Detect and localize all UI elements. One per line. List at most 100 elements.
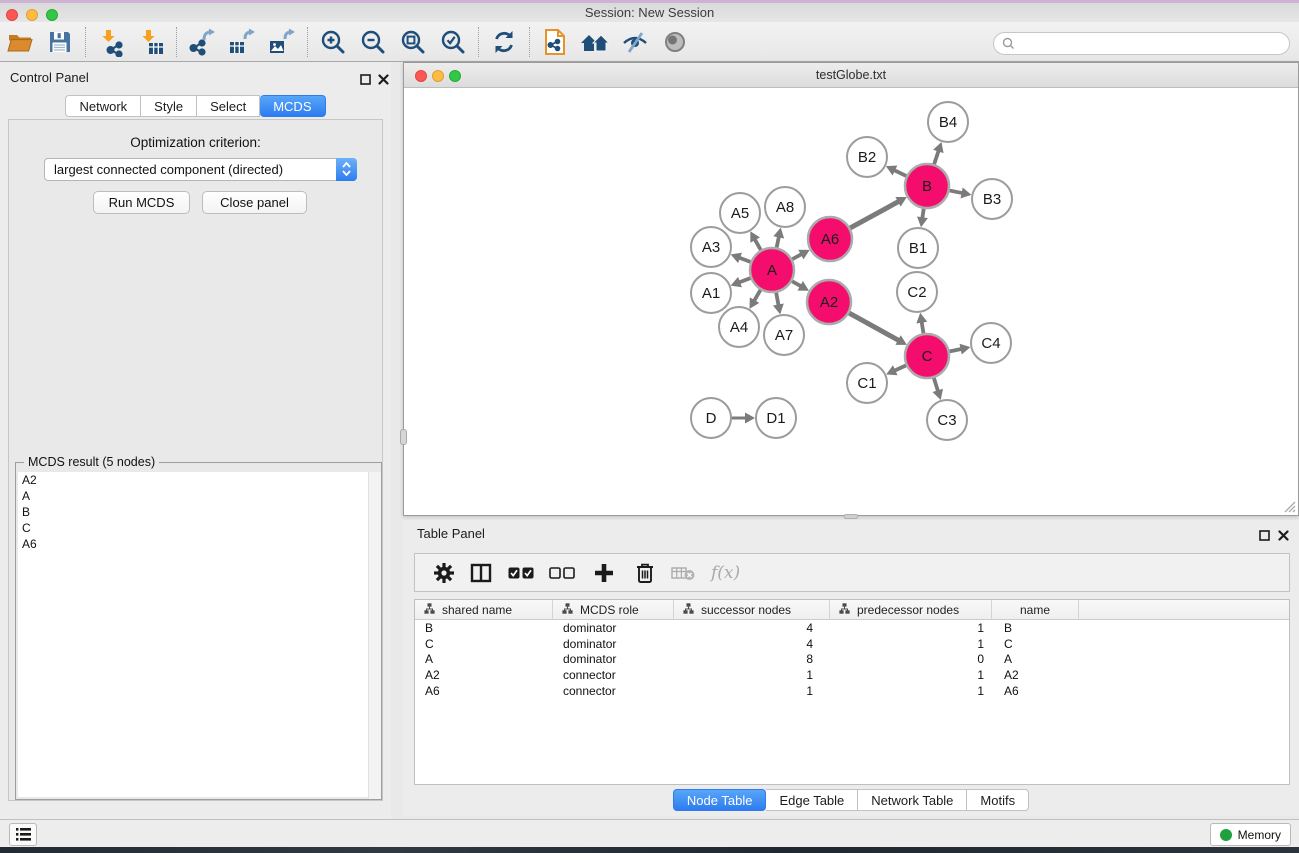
node-D1[interactable]: D1 [756,398,796,438]
refresh-view-icon[interactable] [484,24,524,60]
network-window-titlebar[interactable]: testGlobe.txt [404,63,1298,88]
edge-B-B4[interactable] [934,150,939,166]
zoom-network-button[interactable] [449,70,461,82]
minimize-window-button[interactable] [26,9,38,21]
close-panel-button[interactable]: Close panel [202,191,307,214]
edge-B-B3[interactable] [949,190,964,193]
export-network-icon[interactable] [182,24,222,60]
edge-A-A1[interactable] [738,278,751,283]
column-header-shared-name[interactable]: shared name [415,600,553,619]
clone-network-icon[interactable] [535,24,575,60]
close-window-button[interactable] [6,9,18,21]
minimize-network-button[interactable] [432,70,444,82]
result-item-a[interactable]: A [18,488,379,504]
float-table-panel-icon[interactable] [1256,527,1272,543]
column-header-mcds-role[interactable]: MCDS role [553,600,674,619]
save-session-icon[interactable] [40,24,80,60]
close-table-panel-icon[interactable] [1275,527,1291,543]
settings-gear-icon[interactable] [427,558,461,588]
import-table-icon[interactable] [131,24,171,60]
edge-C-C1[interactable] [893,365,906,371]
mcds-result-list[interactable]: A2ABCA6 [18,472,379,797]
close-network-button[interactable] [415,70,427,82]
close-panel-icon[interactable] [375,71,391,87]
node-C[interactable]: C [905,334,949,378]
columns-icon[interactable] [461,558,501,588]
edge-C-C2[interactable] [921,321,923,335]
node-C1[interactable]: C1 [847,363,887,403]
add-column-icon[interactable] [583,558,625,588]
node-A8[interactable]: A8 [765,187,805,227]
node-B4[interactable]: B4 [928,102,968,142]
node-A5[interactable]: A5 [720,193,760,233]
edge-C-C4[interactable] [949,349,963,352]
column-header-successor-nodes[interactable]: successor nodes [674,600,830,619]
node-C4[interactable]: C4 [971,323,1011,363]
result-item-a6[interactable]: A6 [18,536,379,552]
import-network-icon[interactable] [91,24,131,60]
column-header-name[interactable]: name [992,600,1079,619]
search-input[interactable] [1015,35,1289,53]
resize-grip[interactable] [1282,499,1297,514]
node-A[interactable]: A [750,248,794,292]
edge-A-A7[interactable] [776,292,779,307]
zoom-in-icon[interactable] [313,24,353,60]
tab-mcds[interactable]: MCDS [260,95,325,117]
deselect-all-icon[interactable] [541,558,583,588]
node-C2[interactable]: C2 [897,272,937,312]
edge-B-B2[interactable] [893,170,907,177]
edge-A-A3[interactable] [738,257,751,262]
open-file-icon[interactable] [0,24,40,60]
node-A6[interactable]: A6 [808,217,852,261]
node-B3[interactable]: B3 [972,179,1012,219]
zoom-fit-icon[interactable] [393,24,433,60]
result-list-scrollbar[interactable] [368,472,381,799]
network-canvas[interactable]: B4B2BB3A8A5A6A3B1AC2A1A2A4A7C4CC1DD1C3 [404,88,1298,515]
tab-edge-table[interactable]: Edge Table [766,789,858,811]
tab-network[interactable]: Network [65,95,141,117]
node-B[interactable]: B [905,164,949,208]
node-A3[interactable]: A3 [691,227,731,267]
result-item-b[interactable]: B [18,504,379,520]
float-panel-icon[interactable] [357,71,373,87]
memory-button[interactable]: Memory [1210,823,1291,846]
node-A1[interactable]: A1 [691,273,731,313]
zoom-window-button[interactable] [46,9,58,21]
node-A7[interactable]: A7 [764,315,804,355]
task-history-button[interactable] [9,823,37,846]
node-A4[interactable]: A4 [719,307,759,347]
select-all-checked-icon[interactable] [501,558,541,588]
splitter-nub[interactable] [844,514,858,519]
delete-column-trash-icon[interactable] [625,558,665,588]
node-B2[interactable]: B2 [847,137,887,177]
tab-network-table[interactable]: Network Table [858,789,967,811]
edge-A-A4[interactable] [754,289,761,302]
tab-style[interactable]: Style [141,95,197,117]
export-table-icon[interactable] [222,24,262,60]
zoom-out-icon[interactable] [353,24,393,60]
table-row-c[interactable]: Cdominator41C [415,636,1289,652]
run-mcds-button[interactable]: Run MCDS [93,191,190,214]
zoom-selected-icon[interactable] [433,24,473,60]
edge-C-C3[interactable] [934,377,939,392]
horizontal-splitter[interactable] [403,514,1299,519]
table-row-a2[interactable]: A2connector11A2 [415,667,1289,683]
node-A2[interactable]: A2 [807,280,851,324]
home-icon[interactable] [575,24,615,60]
column-header-predecessor-nodes[interactable]: predecessor nodes [830,600,992,619]
export-image-icon[interactable] [262,24,302,60]
table-row-b[interactable]: Bdominator41B [415,620,1289,636]
search-box[interactable] [993,32,1290,55]
result-item-c[interactable]: C [18,520,379,536]
node-C3[interactable]: C3 [927,400,967,440]
table-row-a6[interactable]: A6connector11A6 [415,683,1289,699]
tab-select[interactable]: Select [197,95,260,117]
hide-glasses-icon[interactable] [615,24,655,60]
splitter-handle[interactable] [400,429,407,445]
edge-A-A5[interactable] [754,238,761,251]
criterion-dropdown[interactable]: largest connected component (directed) [44,158,357,181]
result-item-a2[interactable]: A2 [18,472,379,488]
table-row-a[interactable]: Adominator80A [415,652,1289,668]
edge-A2-C[interactable] [848,313,900,341]
tab-node-table[interactable]: Node Table [673,789,767,811]
